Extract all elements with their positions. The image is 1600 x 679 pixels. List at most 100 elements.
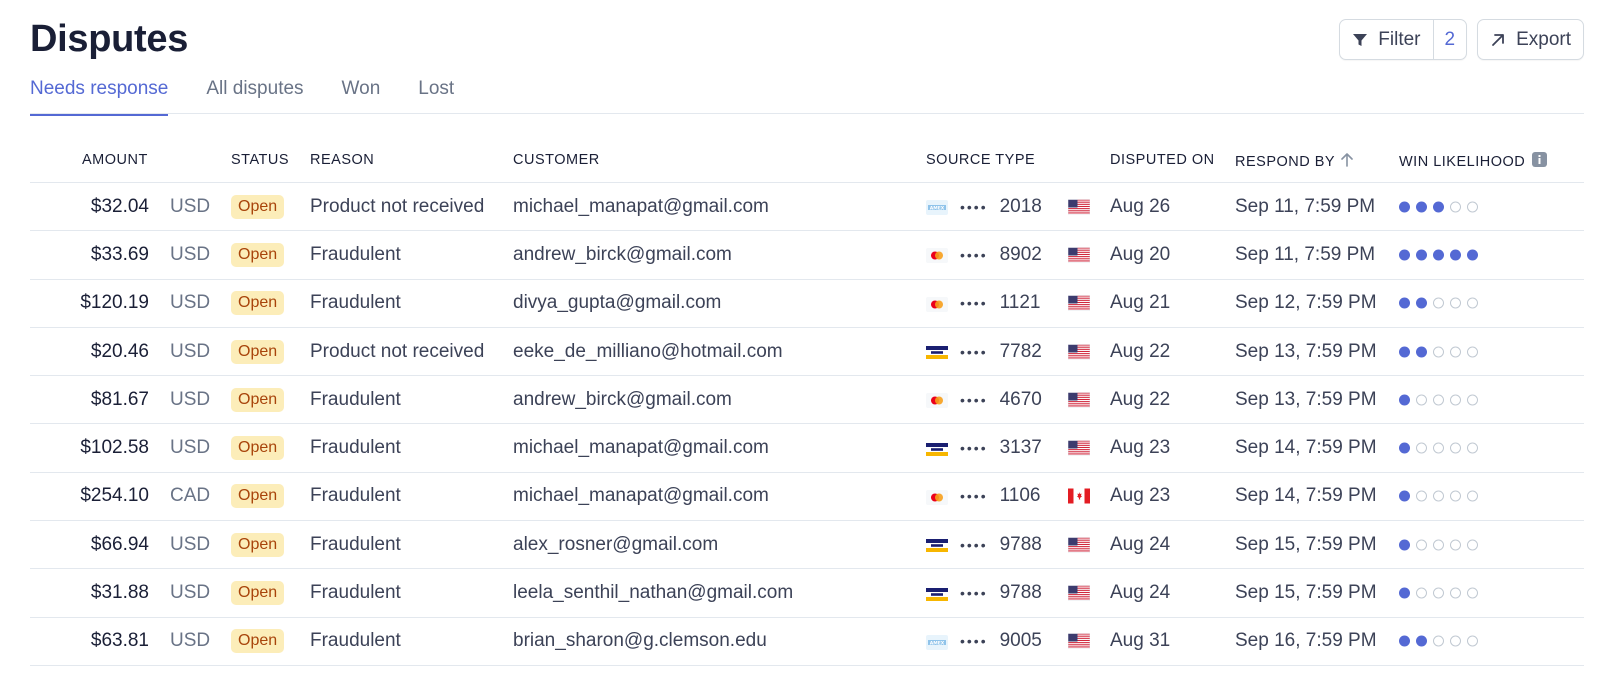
column-reason[interactable]: REASON bbox=[310, 152, 374, 168]
card-mask: •••• bbox=[960, 536, 988, 553]
column-amount[interactable]: AMOUNT bbox=[82, 152, 148, 168]
tab-lost[interactable]: Lost bbox=[418, 78, 454, 116]
status-badge: Open bbox=[231, 387, 285, 412]
status-cell: Open bbox=[231, 581, 285, 606]
card-mask: •••• bbox=[960, 585, 988, 602]
respond-by: Sep 15, 7:59 PM bbox=[1235, 533, 1377, 555]
table-row[interactable]: $63.81 USD Open Fraudulent brian_sharon@g.cl… bbox=[30, 618, 1584, 666]
likelihood-dot bbox=[1416, 635, 1427, 647]
column-respond-by[interactable]: RESPOND BY bbox=[1235, 152, 1353, 171]
likelihood-dot bbox=[1399, 539, 1410, 551]
likelihood-dot bbox=[1416, 442, 1427, 454]
visa-icon bbox=[926, 586, 948, 602]
us-flag-icon bbox=[1068, 247, 1090, 263]
currency: USD bbox=[170, 630, 211, 652]
reason: Fraudulent bbox=[310, 485, 401, 507]
card-mask: •••• bbox=[960, 343, 988, 360]
likelihood-dot bbox=[1399, 297, 1410, 309]
customer-email[interactable]: andrew_birck@gmail.com bbox=[513, 244, 732, 266]
table-row[interactable]: $120.19 USD Open Fraudulent divya_gupta@gmai… bbox=[30, 280, 1584, 328]
export-button[interactable]: Export bbox=[1477, 19, 1584, 60]
table-row[interactable]: $66.94 USD Open Fraudulent alex_rosner@gmail… bbox=[30, 521, 1584, 570]
column-status[interactable]: STATUS bbox=[231, 152, 289, 168]
likelihood-dot bbox=[1399, 394, 1410, 406]
likelihood-dot bbox=[1467, 201, 1478, 213]
tab-all-disputes[interactable]: All disputes bbox=[206, 78, 303, 116]
table-row[interactable]: $81.67 USD Open Fraudulent andrew_birck@gmai… bbox=[30, 376, 1584, 425]
sort-ascending-icon[interactable] bbox=[1341, 152, 1353, 171]
table-row[interactable]: $102.58 USD Open Fraudulent michael_manapat@… bbox=[30, 424, 1584, 473]
likelihood-dot bbox=[1399, 587, 1410, 599]
card-last4: 1121 bbox=[999, 292, 1041, 314]
disputed-on: Aug 22 bbox=[1110, 340, 1171, 362]
amount: $33.69 bbox=[90, 243, 149, 265]
customer-email[interactable]: andrew_birck@gmail.com bbox=[513, 389, 732, 411]
likelihood-dot bbox=[1416, 346, 1427, 358]
customer-email[interactable]: brian_sharon@g.clemson.edu bbox=[513, 630, 767, 652]
status-badge: Open bbox=[231, 581, 285, 606]
disputed-on: Aug 24 bbox=[1110, 533, 1171, 555]
win-likelihood bbox=[1399, 587, 1478, 599]
customer-email[interactable]: divya_gupta@gmail.com bbox=[513, 292, 721, 314]
table-row[interactable]: $31.88 USD Open Fraudulent leela_senthil_nat… bbox=[30, 569, 1584, 618]
currency: USD bbox=[170, 388, 211, 410]
disputed-on: Aug 23 bbox=[1110, 485, 1171, 507]
column-customer[interactable]: CUSTOMER bbox=[513, 152, 600, 168]
disputed-on: Aug 31 bbox=[1110, 630, 1171, 652]
table-row[interactable]: $254.10 CAD Open Fraudulent michael_manapat@… bbox=[30, 473, 1584, 522]
status-cell: Open bbox=[231, 339, 285, 364]
table-row[interactable]: $32.04 USD Open Product not received michael… bbox=[30, 183, 1584, 232]
respond-by: Sep 11, 7:59 PM bbox=[1235, 195, 1376, 217]
win-likelihood bbox=[1399, 539, 1478, 551]
currency: USD bbox=[170, 195, 211, 217]
svg-text:AMEX: AMEX bbox=[930, 640, 945, 646]
status-cell: Open bbox=[231, 484, 285, 509]
source-card: AMEX •••• 2018 bbox=[926, 196, 1042, 218]
likelihood-dot bbox=[1399, 635, 1410, 647]
likelihood-dot bbox=[1450, 394, 1461, 406]
card-last4: 7782 bbox=[999, 340, 1042, 362]
card-last4: 9005 bbox=[999, 630, 1042, 652]
disputed-on: Aug 22 bbox=[1110, 388, 1171, 410]
likelihood-dot bbox=[1416, 539, 1427, 551]
card-last4: 9788 bbox=[999, 533, 1042, 555]
respond-by: Sep 12, 7:59 PM bbox=[1235, 292, 1377, 314]
customer-email[interactable]: michael_manapat@gmail.com bbox=[513, 437, 769, 459]
amount: $81.67 bbox=[90, 388, 149, 410]
disputed-on: Aug 24 bbox=[1110, 582, 1171, 604]
customer-email[interactable]: eeke_de_milliano@hotmail.com bbox=[513, 341, 783, 363]
customer-email[interactable]: alex_rosner@gmail.com bbox=[513, 534, 718, 556]
status-badge: Open bbox=[231, 436, 285, 461]
status-cell: Open bbox=[231, 194, 285, 219]
table-row[interactable]: $20.46 USD Open Product not received eeke_de… bbox=[30, 328, 1584, 377]
filter-button[interactable]: Filter 2 bbox=[1339, 19, 1468, 60]
tab-won[interactable]: Won bbox=[342, 78, 381, 116]
mastercard-icon bbox=[926, 489, 948, 505]
customer-email[interactable]: leela_senthil_nathan@gmail.com bbox=[513, 582, 793, 604]
us-flag-icon bbox=[1068, 633, 1090, 649]
table-row[interactable]: $33.69 USD Open Fraudulent andrew_birck@gmai… bbox=[30, 231, 1584, 280]
card-mask: •••• bbox=[960, 391, 988, 408]
column-source-type[interactable]: SOURCE TYPE bbox=[926, 152, 1035, 168]
reason: Fraudulent bbox=[310, 630, 401, 652]
table-header: AMOUNT STATUS REASON CUSTOMER SOURCE TYP… bbox=[30, 137, 1584, 183]
card-mask: •••• bbox=[960, 246, 988, 263]
likelihood-dot bbox=[1433, 490, 1444, 502]
source-card: AMEX •••• 9005 bbox=[926, 630, 1042, 652]
likelihood-dot bbox=[1416, 490, 1427, 502]
customer-email[interactable]: michael_manapat@gmail.com bbox=[513, 485, 769, 507]
column-disputed-on[interactable]: DISPUTED ON bbox=[1110, 152, 1215, 168]
column-win-likelihood[interactable]: WIN LIKELIHOOD bbox=[1399, 152, 1548, 171]
us-flag-icon bbox=[1068, 199, 1090, 215]
card-mask: •••• bbox=[960, 440, 988, 457]
amount: $66.94 bbox=[90, 533, 149, 555]
likelihood-dot bbox=[1433, 297, 1444, 309]
customer-email[interactable]: michael_manapat@gmail.com bbox=[513, 196, 769, 218]
info-icon[interactable] bbox=[1532, 152, 1548, 171]
likelihood-dot bbox=[1416, 249, 1427, 261]
source-card: •••• 4670 bbox=[926, 389, 1042, 411]
card-mask: •••• bbox=[960, 198, 988, 215]
disputed-on: Aug 23 bbox=[1110, 437, 1171, 459]
tab-needs-response[interactable]: Needs response bbox=[30, 78, 169, 116]
currency: USD bbox=[170, 582, 211, 604]
